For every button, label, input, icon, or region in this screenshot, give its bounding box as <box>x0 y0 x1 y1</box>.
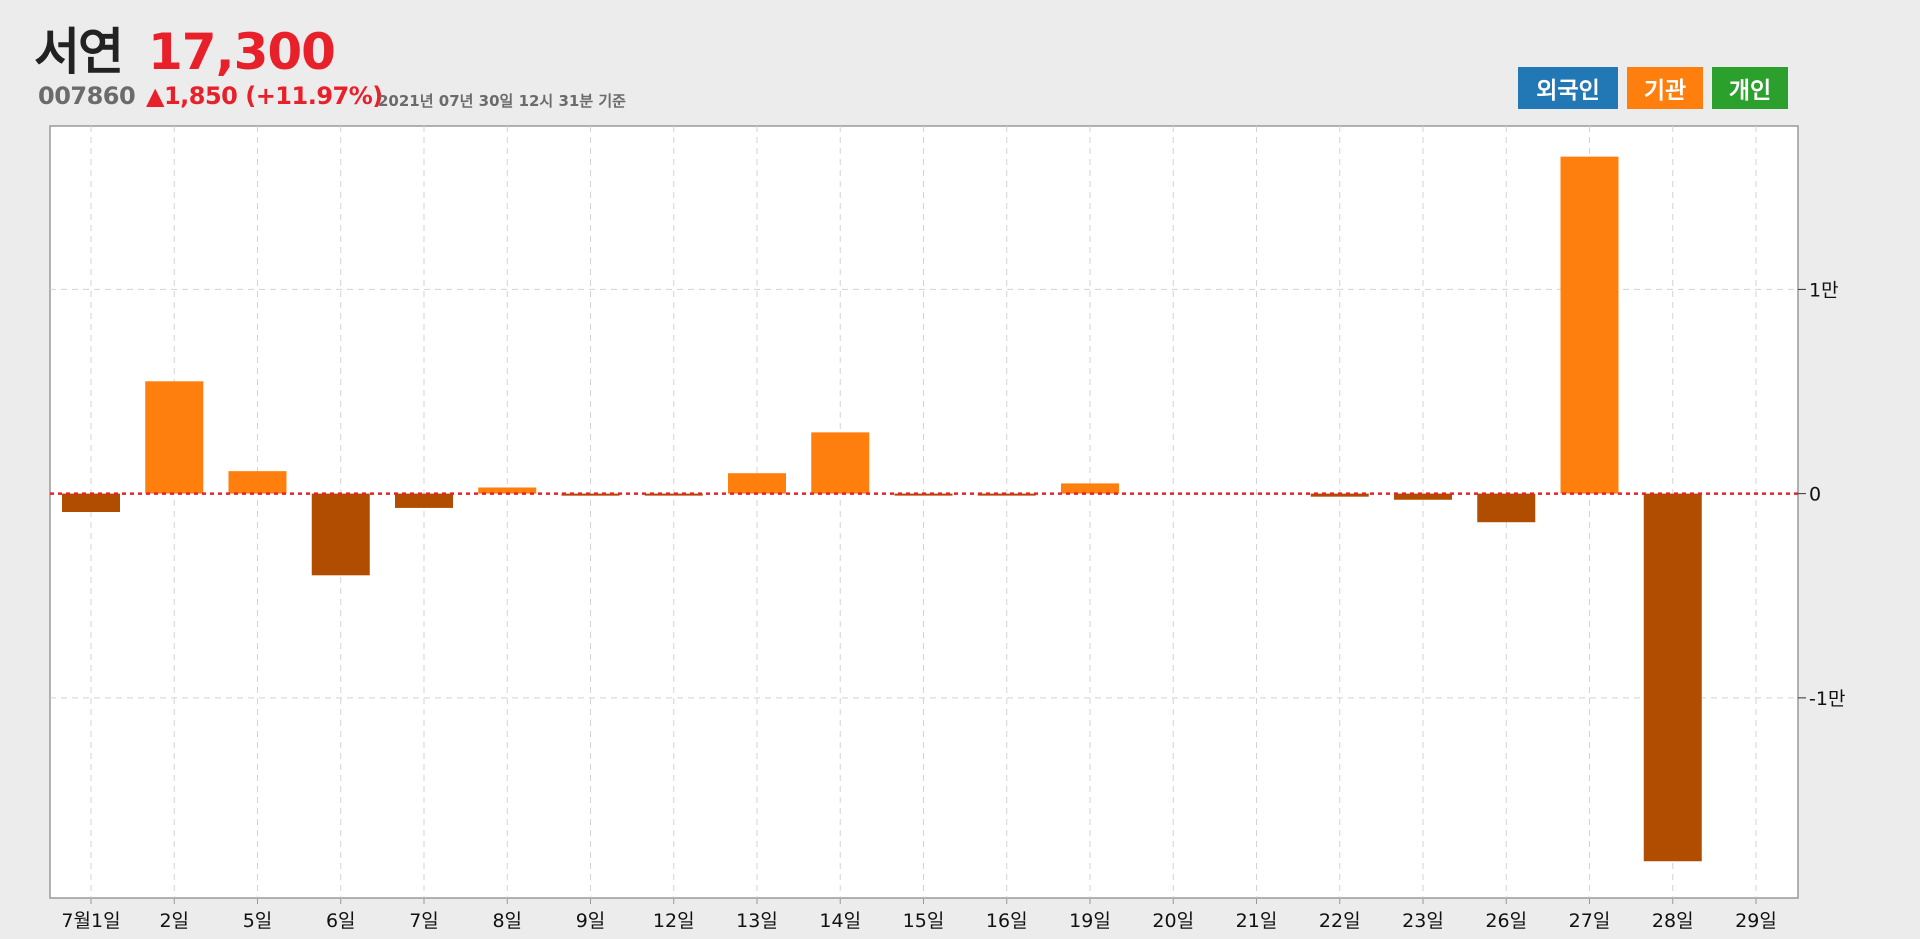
y-tick-label: -1만 <box>1809 688 1845 710</box>
x-tick-label: 12일 <box>653 910 695 932</box>
x-tick-label: 13일 <box>736 910 778 932</box>
y-tick-label: 0 <box>1809 484 1821 506</box>
x-tick-label: 27일 <box>1569 910 1611 932</box>
x-tick-label: 8일 <box>492 910 522 932</box>
x-tick-label: 23일 <box>1402 910 1444 932</box>
x-tick-label: 29일 <box>1735 910 1777 932</box>
bar <box>395 493 453 508</box>
bar <box>311 493 370 576</box>
x-tick-label: 15일 <box>903 910 945 932</box>
bar <box>62 493 120 512</box>
bar <box>145 381 204 494</box>
bar <box>728 473 786 494</box>
x-tick-label: 5일 <box>243 910 273 932</box>
x-tick-label: 9일 <box>576 910 606 932</box>
x-tick-label: 19일 <box>1069 910 1111 932</box>
x-tick-label: 7일 <box>409 910 439 932</box>
x-tick-label: 26일 <box>1485 910 1527 932</box>
x-tick-label: 6일 <box>326 910 356 932</box>
x-tick-label: 16일 <box>986 910 1028 932</box>
bar <box>1061 483 1119 494</box>
bar <box>228 471 287 494</box>
institution-bar-chart: 7월1일 2일 5일 6일 7일 8일 9일 12일 13일 14일 15일 16일 19일 20일 21일… <box>49 125 1845 932</box>
bar <box>811 432 870 494</box>
x-tick-label: 2일 <box>159 910 189 932</box>
x-tick-label: 22일 <box>1319 910 1361 932</box>
bar <box>1560 156 1619 494</box>
x-tick-label: 20일 <box>1152 910 1194 932</box>
bar <box>1643 493 1702 862</box>
x-tick-label: 21일 <box>1236 910 1278 932</box>
x-tick-label: 28일 <box>1652 910 1694 932</box>
y-tick-label: 1만 <box>1809 279 1839 301</box>
x-tick-label: 7월1일 <box>61 910 120 932</box>
bar <box>1477 493 1536 523</box>
x-tick-label: 14일 <box>819 910 861 932</box>
